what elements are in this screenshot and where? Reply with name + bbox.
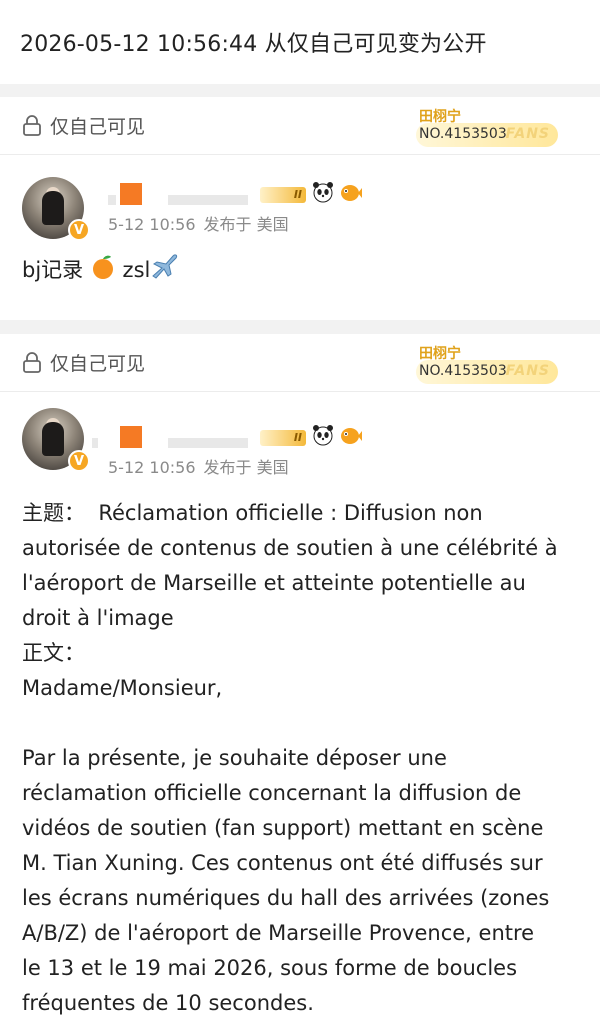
fan-badge-name: 田栩宁 — [419, 346, 461, 362]
status-header: 2026-05-12 10:56:44 从仅自己可见变为公开 — [0, 0, 600, 84]
lock-icon — [23, 351, 41, 373]
post-visibility-bar[interactable]: 仅自己可见 田栩宁 NO.4153503 FANS — [0, 334, 600, 392]
avatar[interactable]: V — [22, 177, 90, 241]
post-time: 5-12 10:56 — [108, 458, 196, 477]
fan-badge-number: NO.4153503 — [419, 363, 507, 379]
post-body: bj记录 zsl — [0, 252, 600, 308]
username-redacted — [168, 195, 248, 205]
section-divider — [0, 320, 600, 334]
post-text-line: Par la présente, je souhaite déposer une — [22, 746, 447, 770]
post-header: V II 5-12 10:56 发布于 美国 — [0, 155, 600, 252]
post-meta: 5-12 10:56 发布于 美国 — [108, 454, 289, 478]
avatar-figure — [42, 191, 64, 225]
level-badge: II — [260, 187, 306, 203]
visibility-label: 仅自己可见 — [50, 353, 146, 375]
avatar[interactable]: V — [22, 408, 90, 472]
fan-badge-fans-label: FANS — [505, 126, 550, 142]
fan-badge-number: NO.4153503 — [419, 126, 507, 142]
fan-badge-fans-label: FANS — [505, 363, 550, 379]
fan-badge-name: 田栩宁 — [419, 109, 461, 125]
level-badge: II — [260, 430, 306, 446]
post-text-line: l'aéroport de Marseille et atteinte pote… — [22, 571, 526, 595]
post-text-line: 正文： — [22, 641, 85, 665]
verified-v-icon: V — [68, 450, 90, 472]
post-text-suffix: zsl — [122, 258, 151, 282]
post-location: 发布于 美国 — [203, 215, 289, 234]
post-text-line: vidéos de soutien (fan support) mettant … — [22, 816, 544, 840]
visibility-label: 仅自己可见 — [50, 116, 146, 138]
post-text-line: droit à l'image — [22, 606, 174, 630]
pufferfish-icon — [341, 428, 362, 444]
post-text: bj记录 — [22, 258, 84, 282]
post-header: V II 5-12 10:56 发布于 美国 — [0, 392, 600, 496]
username-redacted — [108, 195, 116, 205]
visibility-change-log: 2026-05-12 10:56:44 从仅自己可见变为公开 — [20, 32, 487, 57]
pufferfish-icon — [341, 185, 362, 201]
username-redacted-block — [120, 183, 142, 205]
post-location: 发布于 美国 — [203, 458, 289, 477]
post-text-line: M. Tian Xuning. Ces contenus ont été dif… — [22, 851, 543, 875]
panda-icon — [313, 425, 333, 446]
post-meta: 5-12 10:56 发布于 美国 — [108, 211, 289, 235]
post-text-line: fréquentes de 10 secondes. — [22, 991, 314, 1015]
username-redacted-block — [120, 426, 142, 448]
post-text-line: le 13 et le 19 mai 2026, sous forme de b… — [22, 956, 518, 980]
post-body: 主题： Réclamation officielle : Diffusion n… — [0, 496, 600, 1021]
post-visibility-bar[interactable]: 仅自己可见 田栩宁 NO.4153503 FANS — [0, 97, 600, 155]
post-text-line: 主题： Réclamation officielle : Diffusion n… — [22, 501, 483, 525]
lock-icon — [23, 114, 41, 136]
username-redacted — [92, 438, 98, 448]
fan-badge[interactable]: 田栩宁 NO.4153503 FANS — [416, 342, 558, 386]
post-text-line: réclamation officielle concernant la dif… — [22, 781, 522, 805]
avatar-figure — [42, 422, 64, 456]
airplane-emoji-icon — [152, 254, 178, 279]
post-text-line: Madame/Monsieur, — [22, 676, 223, 700]
username-redacted — [168, 438, 248, 448]
section-divider — [0, 84, 600, 97]
post-time: 5-12 10:56 — [108, 215, 196, 234]
panda-icon — [313, 182, 333, 203]
fan-badge[interactable]: 田栩宁 NO.4153503 FANS — [416, 105, 558, 149]
post-text-line: A/B/Z) de l'aéroport de Marseille Proven… — [22, 921, 535, 945]
orange-emoji-icon — [92, 255, 113, 279]
post-text-line — [22, 706, 578, 741]
post-text-line: autorisée de contenus de soutien à une c… — [22, 536, 558, 560]
verified-v-icon: V — [68, 219, 90, 241]
post-text-line: les écrans numériques du hall des arrivé… — [22, 886, 550, 910]
